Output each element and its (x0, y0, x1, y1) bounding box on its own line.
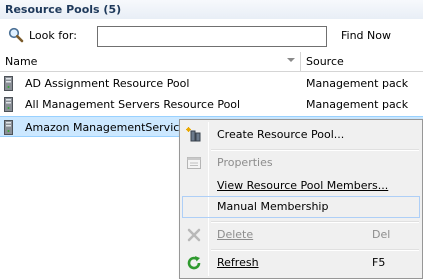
look-for-label: Look for: (29, 29, 77, 42)
menu-item-properties[interactable]: Properties (182, 152, 420, 174)
column-header-source[interactable]: Source (306, 55, 344, 68)
menu-item-view-resource-pool-members[interactable]: View Resource Pool Members... (182, 175, 420, 197)
server-icon (4, 76, 13, 91)
menu-item-label: Properties (217, 156, 273, 169)
menu-item-label: Create Resource Pool... (217, 128, 345, 141)
table-row[interactable]: AD Assignment Resource Pool Management p… (0, 73, 423, 94)
sort-arrow-icon (287, 58, 295, 62)
menu-separator (211, 221, 419, 223)
row-source: Management pack (306, 98, 409, 111)
menu-separator (211, 249, 419, 251)
menu-item-create-resource-pool[interactable]: Create Resource Pool... (182, 124, 420, 146)
menu-separator (211, 149, 419, 151)
column-header-name[interactable]: Name (5, 55, 37, 68)
menu-item-manual-membership[interactable]: Manual Membership (182, 196, 420, 218)
column-divider[interactable] (300, 52, 301, 72)
magnifier-icon (8, 27, 24, 43)
properties-icon (186, 155, 202, 171)
row-name: AD Assignment Resource Pool (25, 77, 190, 90)
menu-item-label: View Resource Pool Members... (217, 179, 389, 192)
menu-item-label: Refresh (217, 256, 259, 269)
menu-item-refresh[interactable]: Refresh F5 (182, 252, 420, 274)
server-icon (4, 97, 13, 112)
context-menu: Create Resource Pool... Properties View … (179, 119, 423, 279)
table-row[interactable]: All Management Servers Resource Pool Man… (0, 94, 423, 115)
create-pool-icon (186, 127, 202, 143)
row-source: Management pack (306, 77, 409, 90)
menu-item-label: Delete (217, 228, 254, 241)
row-name: Amazon ManagementService (25, 121, 187, 134)
find-now-button[interactable]: Find Now (341, 29, 391, 42)
menu-item-delete[interactable]: Delete Del (182, 224, 420, 246)
server-icon (4, 120, 13, 135)
search-input[interactable] (97, 26, 327, 47)
search-row: Look for: Find Now (0, 19, 423, 52)
refresh-icon (186, 255, 202, 271)
menu-item-label: Manual Membership (217, 200, 329, 213)
menu-item-shortcut: Del (372, 228, 391, 241)
menu-item-shortcut: F5 (372, 256, 386, 269)
grid-header: Name Source (0, 52, 423, 72)
row-name: All Management Servers Resource Pool (25, 98, 241, 111)
delete-icon (186, 227, 202, 243)
panel-title: Resource Pools (5) (0, 0, 423, 19)
